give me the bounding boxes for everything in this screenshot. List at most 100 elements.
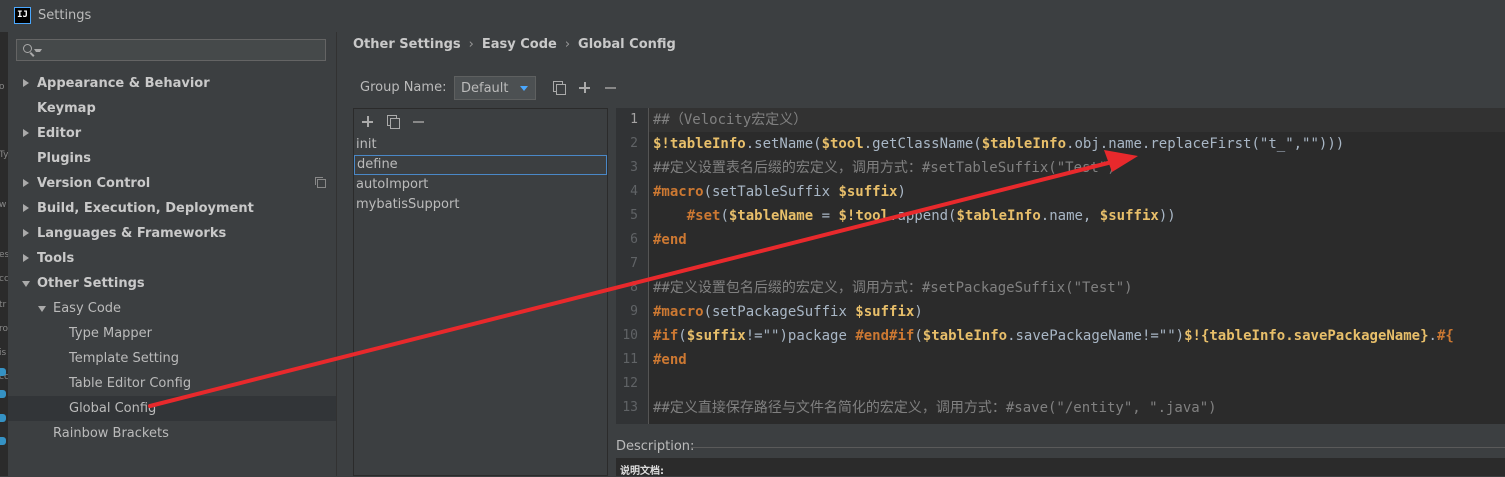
code-line: ##定义设置表名后缀的宏定义，调用方式：#setTableSuffix("Tes… [653, 156, 1116, 180]
tree-item-easy-code[interactable]: Easy Code [8, 296, 336, 321]
background-window-edge: o Ty w es cc tr ro is cc [0, 32, 8, 476]
tree-item-build-execution-deployment[interactable]: Build, Execution, Deployment [8, 196, 336, 221]
expand-arrow-icon[interactable] [23, 204, 29, 212]
code-token: $!tool [838, 208, 890, 224]
add-item-button[interactable] [360, 114, 376, 130]
breadcrumb-item[interactable]: Easy Code [482, 37, 557, 52]
add-group-button[interactable] [577, 80, 593, 96]
code-token: $suffix [838, 184, 898, 200]
code-line: $!tableInfo.setName($tool.getClassName($… [653, 132, 1344, 156]
tree-item-template-setting[interactable]: Template Setting [8, 346, 336, 371]
code-token: ) [897, 184, 906, 200]
code-token: ) [914, 304, 923, 320]
breadcrumb-item[interactable]: Other Settings [353, 37, 461, 52]
tree-item-rainbow-brackets[interactable]: Rainbow Brackets [8, 421, 336, 446]
code-token: .savePackageName!="") [1007, 328, 1185, 344]
line-number: 9 [630, 304, 638, 319]
copy-item-button[interactable] [385, 114, 401, 130]
tree-item-keymap[interactable]: Keymap [8, 96, 336, 121]
code-editor[interactable]: 1 2 3 4 5 6 7 8 9 10 11 12 13 ##（Velocity宏定义） $!table… [616, 108, 1505, 424]
list-item-mybatissupport[interactable]: mybatisSupport [354, 195, 607, 215]
line-number: 7 [630, 256, 638, 271]
code-token: #end [653, 352, 687, 368]
tree-item-label: Appearance & Behavior [37, 76, 210, 91]
global-config-list-panel: init define autoImport mybatisSupport [353, 108, 608, 476]
description-separator [691, 447, 1505, 448]
code-token: )) [1158, 208, 1176, 224]
tree-item-global-config[interactable]: Global Config [8, 396, 336, 421]
description-text-area[interactable] [616, 458, 1505, 476]
title-bar: IJ Settings [0, 0, 1505, 32]
tree-item-label: Template Setting [69, 351, 179, 366]
code-token: ( [720, 208, 729, 224]
expand-arrow-icon[interactable] [23, 179, 29, 187]
tree-item-label: Other Settings [37, 276, 145, 291]
description-label: Description: [616, 439, 695, 454]
tree-item-table-editor-config[interactable]: Table Editor Config [8, 371, 336, 396]
expand-arrow-icon[interactable] [23, 229, 29, 237]
tree-item-label: Type Mapper [69, 326, 153, 341]
collapse-arrow-icon[interactable] [22, 281, 30, 287]
code-line: #if($suffix!="")package #end#if($tableIn… [653, 324, 1454, 348]
code-line: #end [653, 228, 687, 252]
list-toolbar [354, 109, 607, 133]
group-name-select[interactable]: Default [454, 76, 536, 100]
code-token: #macro [653, 184, 704, 200]
expand-arrow-icon[interactable] [23, 79, 29, 87]
line-number: 8 [630, 280, 638, 295]
code-token: (setPackageSuffix [703, 304, 856, 320]
code-token: ( [678, 328, 687, 344]
dropdown-arrow-icon [520, 86, 528, 91]
code-token: ##定义直接保存路径与文件名简化的宏定义，调用方式：#save("/entity… [653, 400, 1217, 416]
copy-group-button[interactable] [551, 80, 567, 96]
tree-item-label: Rainbow Brackets [53, 426, 169, 441]
code-token: ##定义设置包名后缀的宏定义，调用方式：#setPackageSuffix("T… [653, 280, 1133, 296]
settings-search-field[interactable] [16, 39, 326, 61]
window-title: Settings [38, 8, 92, 23]
code-token: $!tableInfo [653, 136, 746, 152]
tree-item-version-control[interactable]: Version Control [8, 171, 336, 196]
code-token: !="")package [745, 328, 856, 344]
code-line: #macro(setPackageSuffix $suffix) [653, 300, 923, 324]
list-item-init[interactable]: init [354, 135, 607, 155]
code-token: ##定义设置表名后缀的宏定义，调用方式：#setTableSuffix("Tes… [653, 160, 1116, 176]
code-line: ##定义直接保存路径与文件名简化的宏定义，调用方式：#save("/entity… [653, 396, 1217, 420]
tree-item-editor[interactable]: Editor [8, 121, 336, 146]
code-token: $suffix [686, 328, 746, 344]
tree-item-other-settings[interactable]: Other Settings [8, 271, 336, 296]
tree-item-plugins[interactable]: Plugins [8, 146, 336, 171]
expand-arrow-icon[interactable] [23, 254, 29, 262]
line-number: 11 [622, 352, 638, 367]
line-number: 4 [630, 184, 638, 199]
code-token: #macro [653, 304, 704, 320]
remove-group-button[interactable] [603, 80, 619, 96]
remove-item-button[interactable] [411, 114, 427, 130]
line-number: 3 [630, 160, 638, 175]
line-number: 5 [630, 208, 638, 223]
code-line: #set($tableName = $!tool.append($tableIn… [653, 204, 1176, 228]
collapse-arrow-icon[interactable] [38, 306, 46, 312]
code-token: ( [914, 328, 923, 344]
code-line: #end [653, 348, 687, 372]
breadcrumb-separator: › [564, 37, 571, 52]
code-token: $tableInfo [981, 136, 1067, 152]
tree-item-tools[interactable]: Tools [8, 246, 336, 271]
code-token: #end [653, 232, 687, 248]
tree-item-type-mapper[interactable]: Type Mapper [8, 321, 336, 346]
line-number: 10 [622, 328, 638, 343]
tree-item-appearance-behavior[interactable]: Appearance & Behavior [8, 71, 336, 96]
breadcrumb-item: Global Config [578, 37, 676, 52]
tree-item-languages-frameworks[interactable]: Languages & Frameworks [8, 221, 336, 246]
search-input[interactable] [41, 42, 315, 60]
expand-arrow-icon[interactable] [23, 129, 29, 137]
line-number: 12 [622, 376, 638, 391]
code-token: .setName( [745, 136, 822, 152]
project-level-copy-icon [315, 177, 326, 188]
line-number: 2 [630, 136, 638, 151]
breadcrumb-separator: › [468, 37, 474, 52]
tree-item-label: Version Control [37, 176, 151, 191]
list-item-define[interactable]: define [354, 155, 607, 175]
list-item-autoimport[interactable]: autoImport [354, 175, 607, 195]
code-token: .name, [1040, 208, 1100, 224]
